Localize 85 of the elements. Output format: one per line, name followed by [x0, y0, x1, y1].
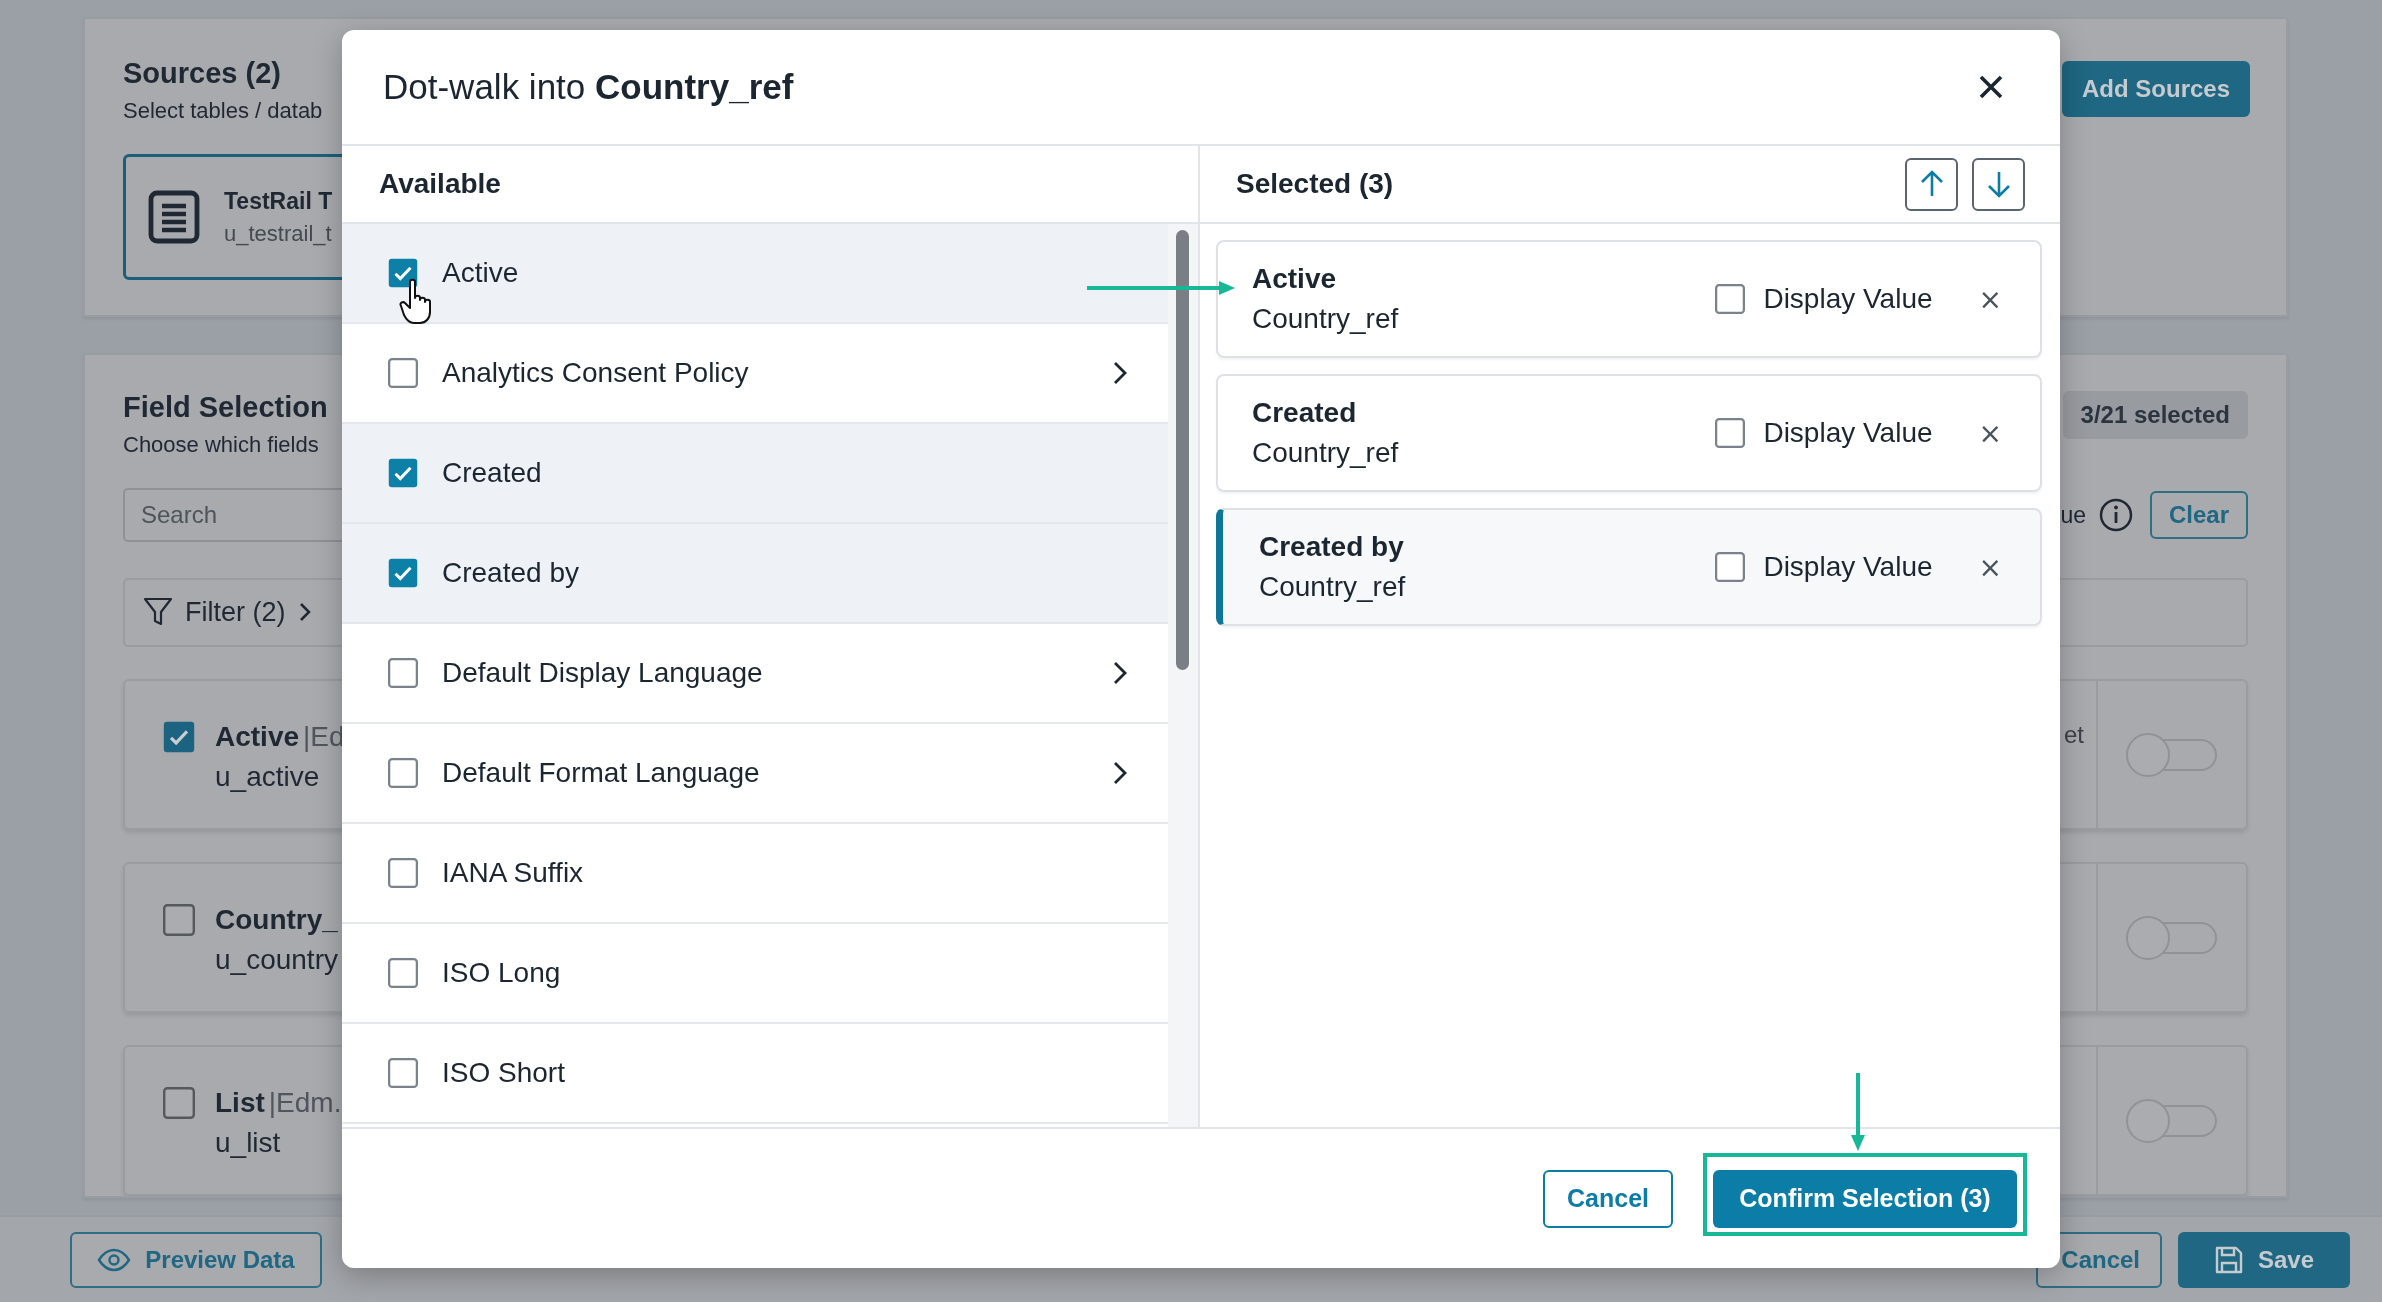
add-sources-button[interactable]: Add Sources [2062, 61, 2250, 117]
checkbox[interactable] [388, 358, 418, 388]
field-list-item[interactable]: Created [342, 424, 1168, 524]
info-icon[interactable] [2098, 497, 2134, 533]
field-list-item[interactable]: Active [342, 224, 1168, 324]
chevron-right-icon[interactable] [1112, 360, 1128, 386]
checkbox[interactable] [388, 258, 418, 288]
save-button[interactable]: Save [2178, 1231, 2350, 1288]
field-name: Country_ [215, 903, 338, 936]
checkbox[interactable] [388, 1058, 418, 1088]
checkbox[interactable] [163, 720, 195, 753]
confirm-selection-button[interactable]: Confirm Selection (3) [1713, 1169, 2017, 1228]
selected-field-table: Country_ref [1259, 571, 1406, 603]
checkbox[interactable] [388, 458, 418, 488]
display-value-label: Display Value [1763, 283, 1933, 315]
checkbox[interactable] [1715, 552, 1746, 582]
selected-field-name: Created by [1259, 531, 1405, 563]
selected-field-table: Country_ref [1252, 437, 1399, 469]
field-label: ISO Long [442, 957, 562, 989]
scrollbar-thumb[interactable] [1176, 230, 1189, 670]
field-text: et [2064, 720, 2084, 748]
checkbox[interactable] [1715, 284, 1746, 314]
checkbox[interactable] [163, 903, 195, 936]
selected-field-name: Active [1252, 263, 1338, 295]
field-label: Default Format Language [442, 757, 761, 789]
field-label: ISO Short [442, 1057, 566, 1089]
section-subtitle: Choose which fields [123, 432, 319, 458]
arrow-down-icon [1985, 169, 2012, 199]
field-api-name: u_list [215, 1126, 282, 1159]
field-api-name: u_country [215, 943, 338, 976]
save-icon [2213, 1244, 2244, 1275]
selected-field-table: Country_ref [1252, 303, 1399, 335]
section-title: Field Selection [123, 391, 328, 424]
remove-button[interactable]: × [1974, 282, 2006, 316]
filter-button[interactable]: Filter (2) [143, 596, 312, 629]
field-list-item[interactable]: Created by [342, 524, 1168, 624]
source-table: u_testrail_t [224, 220, 333, 247]
selected-field-card[interactable]: Created by Country_ref Display Value × [1216, 508, 2042, 626]
selected-field-name: Created [1252, 397, 1358, 429]
chevron-right-icon[interactable] [1112, 660, 1128, 686]
dialog-title: Dot-walk into Country_ref [383, 67, 794, 107]
chevron-right-icon[interactable] [1112, 760, 1128, 786]
field-list-item[interactable]: IANA Suffix [342, 824, 1168, 924]
remove-button[interactable]: × [1974, 550, 2006, 584]
remove-button[interactable]: × [1974, 416, 2006, 450]
field-list-item[interactable]: ISO Long [342, 924, 1168, 1024]
field-label: Default Display Language [442, 657, 764, 689]
selected-field-card[interactable]: Created Country_ref Display Value × [1216, 374, 2042, 492]
field-label: Created by [442, 557, 580, 589]
toggle-switch[interactable] [2124, 1096, 2220, 1145]
selected-count-badge: 3/21 selected [2062, 391, 2248, 439]
toggle-switch[interactable] [2124, 913, 2220, 962]
field-label: Analytics Consent Policy [442, 357, 750, 389]
column-heading: Available [379, 168, 501, 200]
field-api-name: u_active [215, 760, 321, 793]
toggle-switch[interactable] [2124, 730, 2220, 779]
checkbox[interactable] [1715, 418, 1746, 448]
option-label: ue [2060, 501, 2086, 529]
eye-icon [97, 1247, 132, 1272]
section-title: Sources (2) [123, 57, 281, 90]
document-icon [148, 190, 200, 244]
display-value-label: Display Value [1763, 417, 1933, 449]
field-name: List [215, 1086, 265, 1119]
field-label: Created [442, 457, 543, 489]
section-subtitle: Select tables / datab [123, 98, 323, 124]
field-label: IANA Suffix [442, 857, 585, 889]
field-type: |Edm. [268, 1086, 342, 1119]
checkbox[interactable] [388, 658, 418, 688]
checkbox[interactable] [388, 758, 418, 788]
checkbox[interactable] [163, 1086, 195, 1119]
field-name: Active [215, 720, 300, 753]
checkbox[interactable] [388, 858, 418, 888]
field-list-item[interactable]: Default Display Language [342, 624, 1168, 724]
field-list-item[interactable]: ISO Short [342, 1024, 1168, 1124]
cancel-button[interactable]: Cancel [1543, 1169, 1673, 1228]
move-down-button[interactable] [1972, 157, 2025, 211]
checkbox[interactable] [388, 558, 418, 588]
field-list-item[interactable]: Default Format Language [342, 724, 1168, 824]
column-heading: Selected (3) [1236, 168, 1394, 200]
display-value-label: Display Value [1763, 551, 1933, 583]
checkbox[interactable] [388, 958, 418, 988]
close-icon [1978, 74, 2004, 100]
selected-field-card[interactable]: Active Country_ref Display Value × [1216, 240, 2042, 358]
source-name: TestRail T [224, 187, 333, 215]
move-up-button[interactable] [1905, 157, 1958, 211]
